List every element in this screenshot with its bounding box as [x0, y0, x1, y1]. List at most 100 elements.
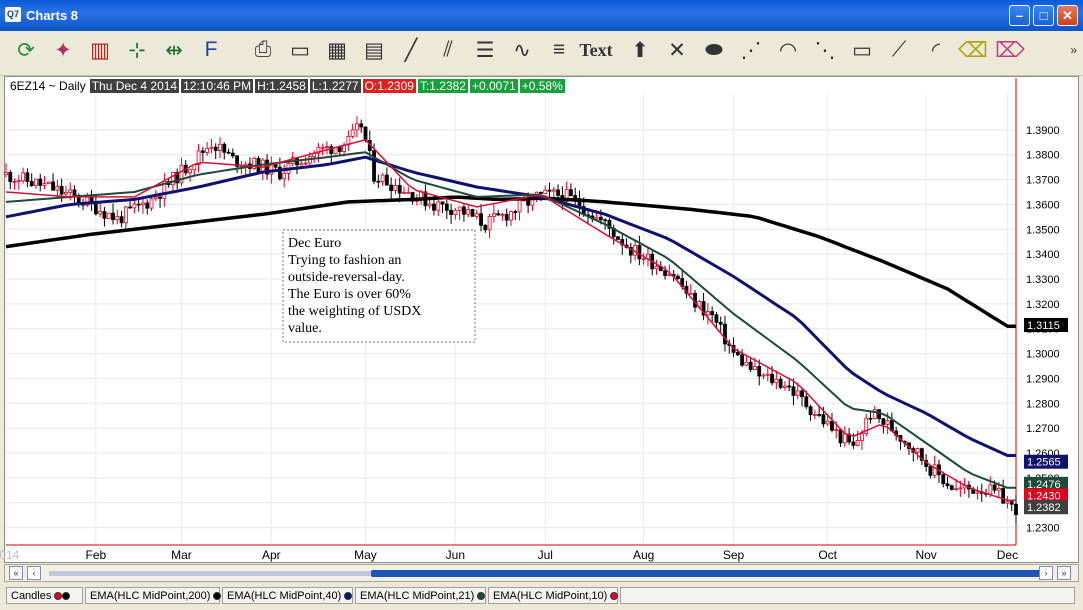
legend-ema21[interactable]: EMA(HLC MidPoint,21) [355, 587, 486, 604]
ellipse-tool-button[interactable]: ⬬ [700, 33, 728, 67]
color-dot-icon [610, 592, 619, 601]
text-icon: Text [579, 39, 613, 60]
date-readout: Thu Dec 4 2014 [89, 79, 180, 93]
drawing-toolbar: » ⟳ ✦ ▥ ⊹ ⇹ F ⎙ ▭ ▦ ▤ ╱ ⫽ ☰ ∿ ≡ Text ⬆ ✕ ⬬ ⋰ ◠ ⋱ ▭ ⟋ ◜ ⌫ ⌦ [0, 31, 1083, 76]
arrows-tool-button[interactable]: ⇹ [160, 33, 188, 67]
sine-tool-button[interactable]: ∿ [508, 33, 536, 67]
open-readout: O:1.2309 [362, 79, 416, 93]
scroll-last-button[interactable]: » [1057, 566, 1071, 580]
close-button[interactable]: ✕ [1057, 5, 1078, 26]
scroll-first-button[interactable]: « [9, 566, 23, 580]
crosshair-tool-button[interactable]: ⊹ [123, 33, 151, 67]
font-tool-button[interactable]: F [197, 33, 225, 67]
fan-lines-icon: ⟋ [891, 38, 907, 61]
bar-chart-tool-button[interactable]: ▥ [86, 33, 114, 67]
maximize-icon: □ [1039, 8, 1048, 23]
legend-label: EMA(HLC MidPoint,21) [360, 590, 475, 602]
legend-empty-slot [620, 587, 1075, 604]
data-window-icon: ▤ [364, 38, 384, 62]
title-bar[interactable]: Q7 Charts 8 – □ ✕ [0, 0, 1083, 31]
close-icon: ✕ [1062, 8, 1073, 23]
rectangle-tool-button[interactable]: ▭ [848, 33, 876, 67]
scroll-left-button[interactable]: ‹ [27, 566, 41, 580]
eraser-icon: ⌫ [958, 38, 988, 62]
legend-label: EMA(HLC MidPoint,10) [493, 590, 608, 602]
arrow-up-icon: ⬆ [631, 38, 649, 62]
text-tool-button[interactable]: Text [579, 33, 613, 67]
refresh-icon: ⟳ [17, 38, 35, 62]
cross-lines-icon: ✕ [668, 38, 686, 62]
change-readout: +0.0071 [469, 79, 518, 93]
legend-label: EMA(HLC MidPoint,200) [90, 590, 211, 602]
ellipse-icon: ⬬ [705, 38, 723, 61]
legend-ema40[interactable]: EMA(HLC MidPoint,40) [222, 587, 353, 604]
refresh-tool-button[interactable]: ⟳ [12, 33, 40, 67]
legend-candles[interactable]: Candles [6, 587, 83, 604]
print-tool-button[interactable]: ⎙ [249, 33, 277, 67]
arrows-icon: ⇹ [165, 38, 183, 62]
spreadsheet-icon: ▦ [327, 38, 347, 62]
font-icon: F [204, 38, 218, 61]
chart-window-tool-button[interactable]: ▭ [286, 33, 314, 67]
arc-icon: ◠ [778, 38, 798, 62]
time-readout: 12:10:46 PM [181, 79, 254, 93]
low-readout: L:1.2277 [309, 79, 361, 93]
eraser2-icon: ⌦ [995, 38, 1025, 62]
legend-ema200[interactable]: EMA(HLC MidPoint,200) [85, 587, 222, 604]
legend-label: Candles [11, 590, 52, 602]
color-dot-icon [477, 592, 486, 601]
double-right-icon: » [1061, 568, 1067, 578]
sine-icon: ∿ [513, 38, 531, 62]
chart-window-icon: ▭ [290, 38, 310, 62]
double-left-icon: « [13, 568, 19, 578]
maximize-button[interactable]: □ [1033, 5, 1054, 26]
legend-label: EMA(HLC MidPoint,40) [227, 590, 342, 602]
window-title: Charts 8 [26, 8, 79, 23]
app-icon: Q7 [5, 7, 21, 22]
grid-tool-button[interactable]: ☰ [471, 33, 499, 67]
fan-tool-button[interactable]: ⋰ [737, 33, 765, 67]
legend-ema10[interactable]: EMA(HLC MidPoint,10) [488, 587, 619, 604]
eraser2-tool-button[interactable]: ⌦ [995, 33, 1025, 67]
chart-area[interactable] [4, 76, 1079, 563]
toolbar-overflow-icon[interactable]: » [1070, 43, 1077, 57]
sparkle-icon: ✦ [54, 38, 72, 62]
arcs-tool-button[interactable]: ◜ [922, 33, 950, 67]
scroll-thumb[interactable] [371, 570, 1041, 577]
grid-icon: ☰ [475, 38, 495, 62]
percent-readout: +0.58% [519, 79, 565, 93]
print-icon: ⎙ [254, 38, 272, 61]
levels-tool-button[interactable]: ≡ [545, 33, 573, 67]
left-icon: ‹ [32, 568, 36, 578]
sparkle-tool-button[interactable]: ✦ [49, 33, 77, 67]
last-readout: T:1.2382 [417, 79, 468, 93]
symbol-label: 6EZ14 ~ Daily [10, 79, 86, 93]
arc-tool-button[interactable]: ◠ [774, 33, 802, 67]
color-dot-icon [54, 592, 63, 601]
arcs-icon: ◜ [931, 38, 941, 62]
scroll-right-button[interactable]: › [1039, 566, 1053, 580]
high-readout: H:1.2458 [255, 79, 308, 93]
color-dot-icon [62, 592, 71, 601]
horizontal-scrollbar[interactable]: « ‹ › » [4, 564, 1079, 582]
fan-icon: ⋰ [740, 38, 762, 62]
bar-chart-icon: ▥ [90, 38, 110, 62]
arrow-up-tool-button[interactable]: ⬆ [626, 33, 654, 67]
spreadsheet-tool-button[interactable]: ▦ [323, 33, 351, 67]
data-window-tool-button[interactable]: ▤ [360, 33, 388, 67]
speedlines-tool-button[interactable]: ⋱ [811, 33, 839, 67]
cross-lines-tool-button[interactable]: ✕ [663, 33, 691, 67]
fan-lines-tool-button[interactable]: ⟋ [885, 33, 913, 67]
rectangle-icon: ▭ [852, 38, 872, 62]
parallel-lines-tool-button[interactable]: ⫽ [434, 33, 462, 67]
indicator-legend: Candles EMA(HLC MidPoint,200) EMA(HLC Mi… [4, 587, 1079, 606]
line-icon: ╱ [404, 38, 418, 62]
right-icon: › [1044, 568, 1048, 578]
minimize-button[interactable]: – [1009, 5, 1030, 26]
eraser-tool-button[interactable]: ⌫ [958, 33, 988, 67]
info-bar: 6EZ14 ~ Daily Thu Dec 4 2014 12:10:46 PM… [8, 79, 567, 93]
levels-icon: ≡ [552, 38, 566, 61]
line-tool-button[interactable]: ╱ [397, 33, 425, 67]
speedlines-icon: ⋱ [814, 38, 836, 62]
crosshair-icon: ⊹ [128, 38, 146, 62]
